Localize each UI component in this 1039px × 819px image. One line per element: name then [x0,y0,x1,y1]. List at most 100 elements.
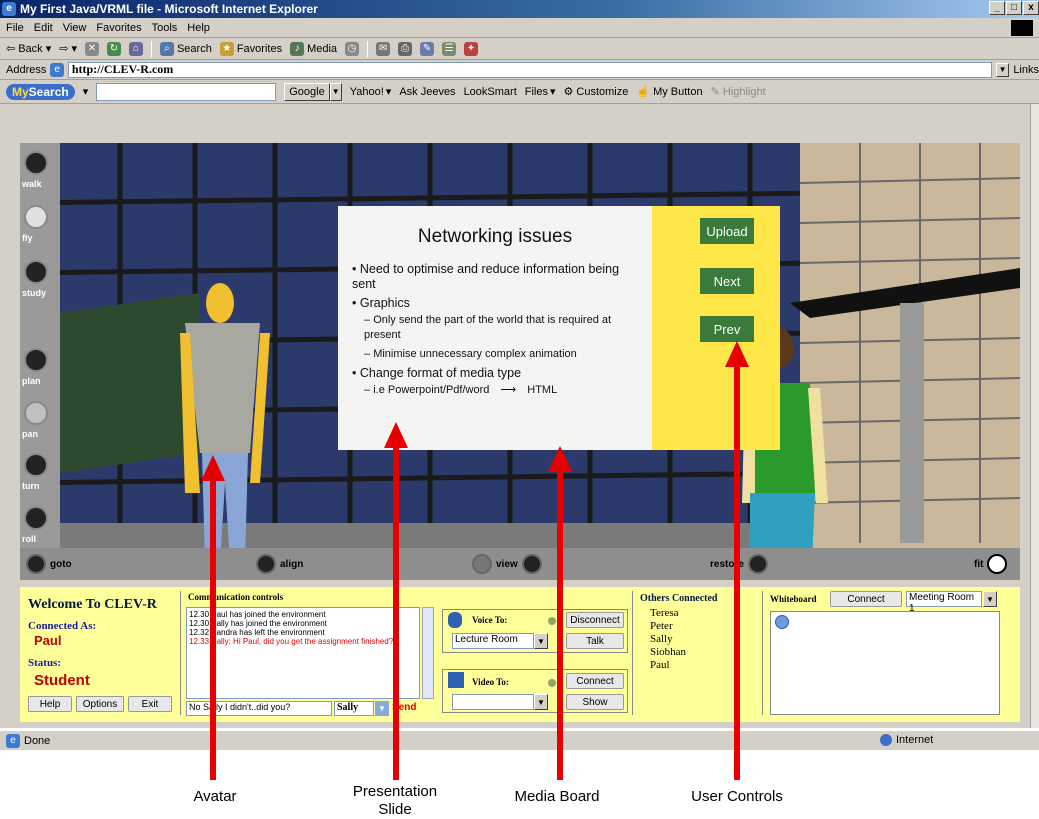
menu-edit[interactable]: Edit [34,22,53,34]
forward-arrow-icon: ⇨ [59,43,69,55]
pan-icon[interactable] [24,401,48,425]
roll-label: roll [22,534,37,544]
menu-file[interactable]: File [6,22,24,34]
menu-help[interactable]: Help [187,22,210,34]
comm-title: Communication controls [188,592,284,602]
forward-button[interactable]: ⇨ ▾ [59,42,77,55]
stop-icon[interactable]: ✕ [84,41,99,56]
show-button[interactable]: Show [566,694,624,710]
slide-arrow [393,447,399,780]
fit-label: fit [974,558,984,570]
favorites-button[interactable]: ★ Favorites [219,41,282,56]
customize-button[interactable]: ⚙ Customize [564,85,629,99]
turn-icon[interactable] [24,453,48,477]
voice-room-dropdown-icon[interactable]: ▼ [534,633,548,649]
chat-recipient-select[interactable]: Sally [334,701,374,716]
upload-button[interactable]: Upload [700,218,754,244]
fly-icon[interactable] [24,205,48,229]
my-button[interactable]: ☝ My Button [636,85,702,99]
whiteboard-tool-icon[interactable] [775,615,789,629]
goto-button[interactable]: goto [26,554,72,574]
google-dropdown-button[interactable]: ▼ [329,82,342,101]
mysearch-dropdown-icon[interactable]: ▾ [83,85,89,98]
chat-time: 12.32 [189,628,210,637]
others-item: Sally [650,633,673,645]
chat-line: 12.30 Paul has joined the environment [189,610,417,619]
google-button[interactable]: Google [284,82,330,101]
options-button[interactable]: Options [76,696,124,712]
menu-view[interactable]: View [63,22,87,34]
messenger-icon[interactable]: ✦ [464,41,479,56]
view-label: view [496,558,518,570]
chat-time: 12.33 [189,637,210,646]
back-button[interactable]: ⇦ Back ▾ [6,42,51,56]
help-button[interactable]: Help [28,696,72,712]
chat-text: Sally has joined the environment [211,619,327,628]
fly-label: fly [22,233,33,243]
files-link[interactable]: Files [525,86,548,98]
askjeeves-link[interactable]: Ask Jeeves [399,86,455,98]
recipient-dropdown-icon[interactable]: ▼ [375,701,389,716]
edit-icon[interactable]: ✎ [420,41,435,56]
refresh-icon[interactable]: ↻ [106,41,121,56]
ie-logo-icon: e [2,2,16,16]
discuss-icon[interactable]: ☰ [442,41,457,56]
looksmart-link[interactable]: LookSmart [464,86,517,98]
avatar-caption: Avatar [193,788,237,805]
whiteboard-connect-button[interactable]: Connect [830,591,902,607]
media-button[interactable]: ♪ Media [290,41,337,56]
files-dropdown-icon[interactable]: ▾ [550,85,556,98]
talk-button[interactable]: Talk [566,633,624,649]
vertical-scrollbar[interactable] [1030,104,1039,728]
history-icon[interactable]: ◷ [345,41,360,56]
search-input[interactable] [96,82,277,101]
print-icon[interactable]: ⎙ [398,41,413,56]
next-button[interactable]: Next [700,268,754,294]
pillar [900,303,924,543]
prev-button[interactable]: Prev [700,316,754,342]
yahoo-dropdown-icon[interactable]: ▾ [386,85,392,98]
whiteboard-canvas[interactable] [770,611,1000,715]
roll-icon[interactable] [24,506,48,530]
home-icon[interactable]: ⌂ [128,41,143,56]
menu-tools[interactable]: Tools [152,22,178,34]
video-connect-button[interactable]: Connect [566,673,624,689]
close-button[interactable]: x [1023,1,1039,15]
video-target-dropdown-icon[interactable]: ▼ [534,694,548,710]
video-target-select[interactable] [452,694,534,710]
address-input[interactable]: http://CLEV-R.com [67,61,992,78]
disconnect-button[interactable]: Disconnect [566,612,624,628]
minimize-button[interactable]: _ [989,1,1005,15]
address-label: Address [6,63,47,76]
search-button[interactable]: ⌕ Search [159,41,212,56]
mysearch-logo[interactable]: MySearch [6,83,75,100]
address-bar: Address e http://CLEV-R.com ▼ Links [0,60,1039,80]
view-button[interactable]: view [472,554,542,574]
chat-time: 12.30 [189,610,210,619]
meeting-room-dropdown-icon[interactable]: ▼ [983,591,997,607]
chat-input[interactable]: No Sally I didn't..did you? [186,701,332,716]
walk-icon[interactable] [24,151,48,175]
study-icon[interactable] [24,260,48,284]
customize-label: Customize [576,85,629,98]
voice-room-select[interactable]: Lecture Room [452,633,534,649]
address-dropdown-button[interactable]: ▼ [995,62,1010,77]
back-label: Back [18,42,43,55]
avatar-arrow-head [201,455,225,481]
chat-scrollbar[interactable] [422,607,434,699]
user-status: Student [34,672,90,689]
align-button[interactable]: align [256,554,303,574]
slide-arrow-head [384,422,408,448]
links-button[interactable]: Links [1013,64,1039,76]
maximize-button[interactable]: □ [1006,1,1022,15]
mail-icon[interactable]: ✉ [376,41,391,56]
menu-favorites[interactable]: Favorites [96,22,141,34]
others-item: Siobhan [650,646,687,658]
highlight-button[interactable]: ✎ Highlight [711,85,766,99]
fit-button[interactable]: fit [974,554,1008,574]
yahoo-link[interactable]: Yahoo! [350,86,384,98]
slide-bullet: • Change format of media type [352,366,522,380]
plan-icon[interactable] [24,348,48,372]
exit-button[interactable]: Exit [128,696,172,712]
meeting-room-select[interactable]: Meeting Room 1 [906,591,982,614]
